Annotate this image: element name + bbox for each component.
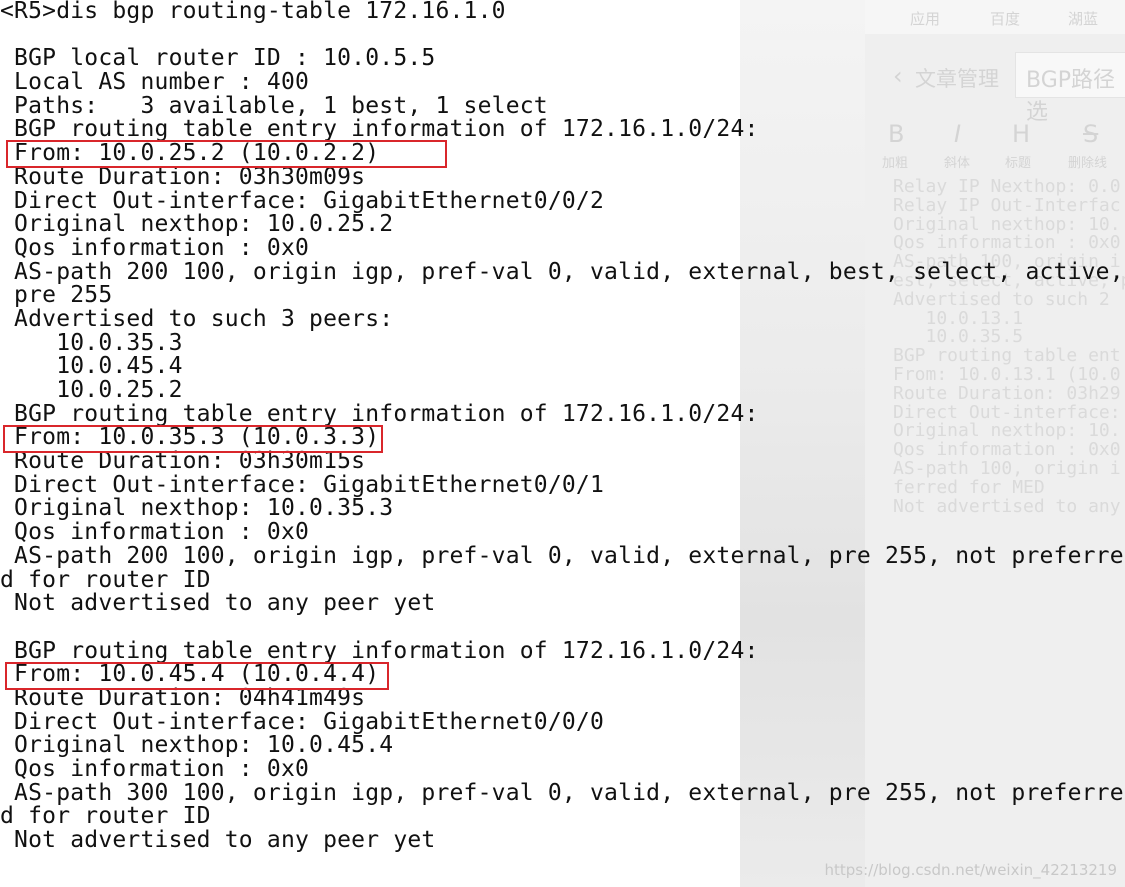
highlight-from-10-0-35-3	[3, 425, 383, 453]
terminal-line: Qos information : 0x0	[0, 234, 310, 261]
terminal-line: BGP routing table entry information of 1…	[0, 400, 759, 427]
terminal-line: Not advertised to any peer yet	[0, 590, 436, 617]
terminal-line: Direct Out-interface: GigabitEthernet0/0…	[0, 187, 605, 214]
terminal-line: Direct Out-interface: GigabitEthernet0/0…	[0, 471, 605, 498]
terminal-line: BGP routing table entry information of 1…	[0, 116, 759, 143]
terminal-line: Paths: 3 available, 1 best, 1 select	[0, 92, 548, 119]
terminal-line: Advertised to such 3 peers:	[0, 305, 394, 332]
terminal-line: BGP routing table entry information of 1…	[0, 637, 759, 664]
terminal-line: Route Duration: 04h41m49s	[0, 684, 366, 711]
terminal-line: d for router ID	[0, 566, 211, 593]
highlight-from-10-0-25-2	[6, 140, 447, 168]
terminal-line: AS-path 200 100, origin igp, pref-val 0,…	[0, 542, 1124, 569]
terminal-line: Qos information : 0x0	[0, 756, 310, 782]
terminal-line: pre 255	[0, 282, 113, 309]
terminal-line: Original nexthop: 10.0.35.3	[0, 495, 394, 522]
terminal-line: Qos information : 0x0	[0, 519, 310, 546]
terminal-line: <R5>dis bgp routing-table 172.16.1.0	[0, 0, 506, 24]
terminal-line: d for router ID	[0, 803, 211, 830]
terminal-line: AS-path 200 100, origin igp, pref-val 0,…	[0, 258, 1124, 285]
terminal-line: BGP local router ID : 10.0.5.5	[0, 45, 436, 72]
terminal-line: Direct Out-interface: GigabitEthernet0/0…	[0, 708, 605, 735]
terminal-line: Route Duration: 03h30m15s	[0, 448, 366, 475]
terminal-line: Not advertised to any peer yet	[0, 827, 436, 854]
highlight-from-10-0-45-4	[5, 662, 389, 690]
terminal-line: Original nexthop: 10.0.25.2	[0, 211, 394, 238]
terminal-line: 10.0.35.3	[0, 329, 183, 356]
terminal-line: Route Duration: 03h30m09s	[0, 163, 366, 190]
watermark: https://blog.csdn.net/weixin_42213219	[824, 861, 1117, 879]
terminal-line: 10.0.45.4	[0, 353, 183, 380]
terminal-line: Local AS number : 400	[0, 69, 310, 96]
terminal-line: AS-path 300 100, origin igp, pref-val 0,…	[0, 779, 1124, 806]
terminal-line: 10.0.25.2	[0, 377, 183, 403]
terminal-line: Original nexthop: 10.0.45.4	[0, 732, 394, 759]
